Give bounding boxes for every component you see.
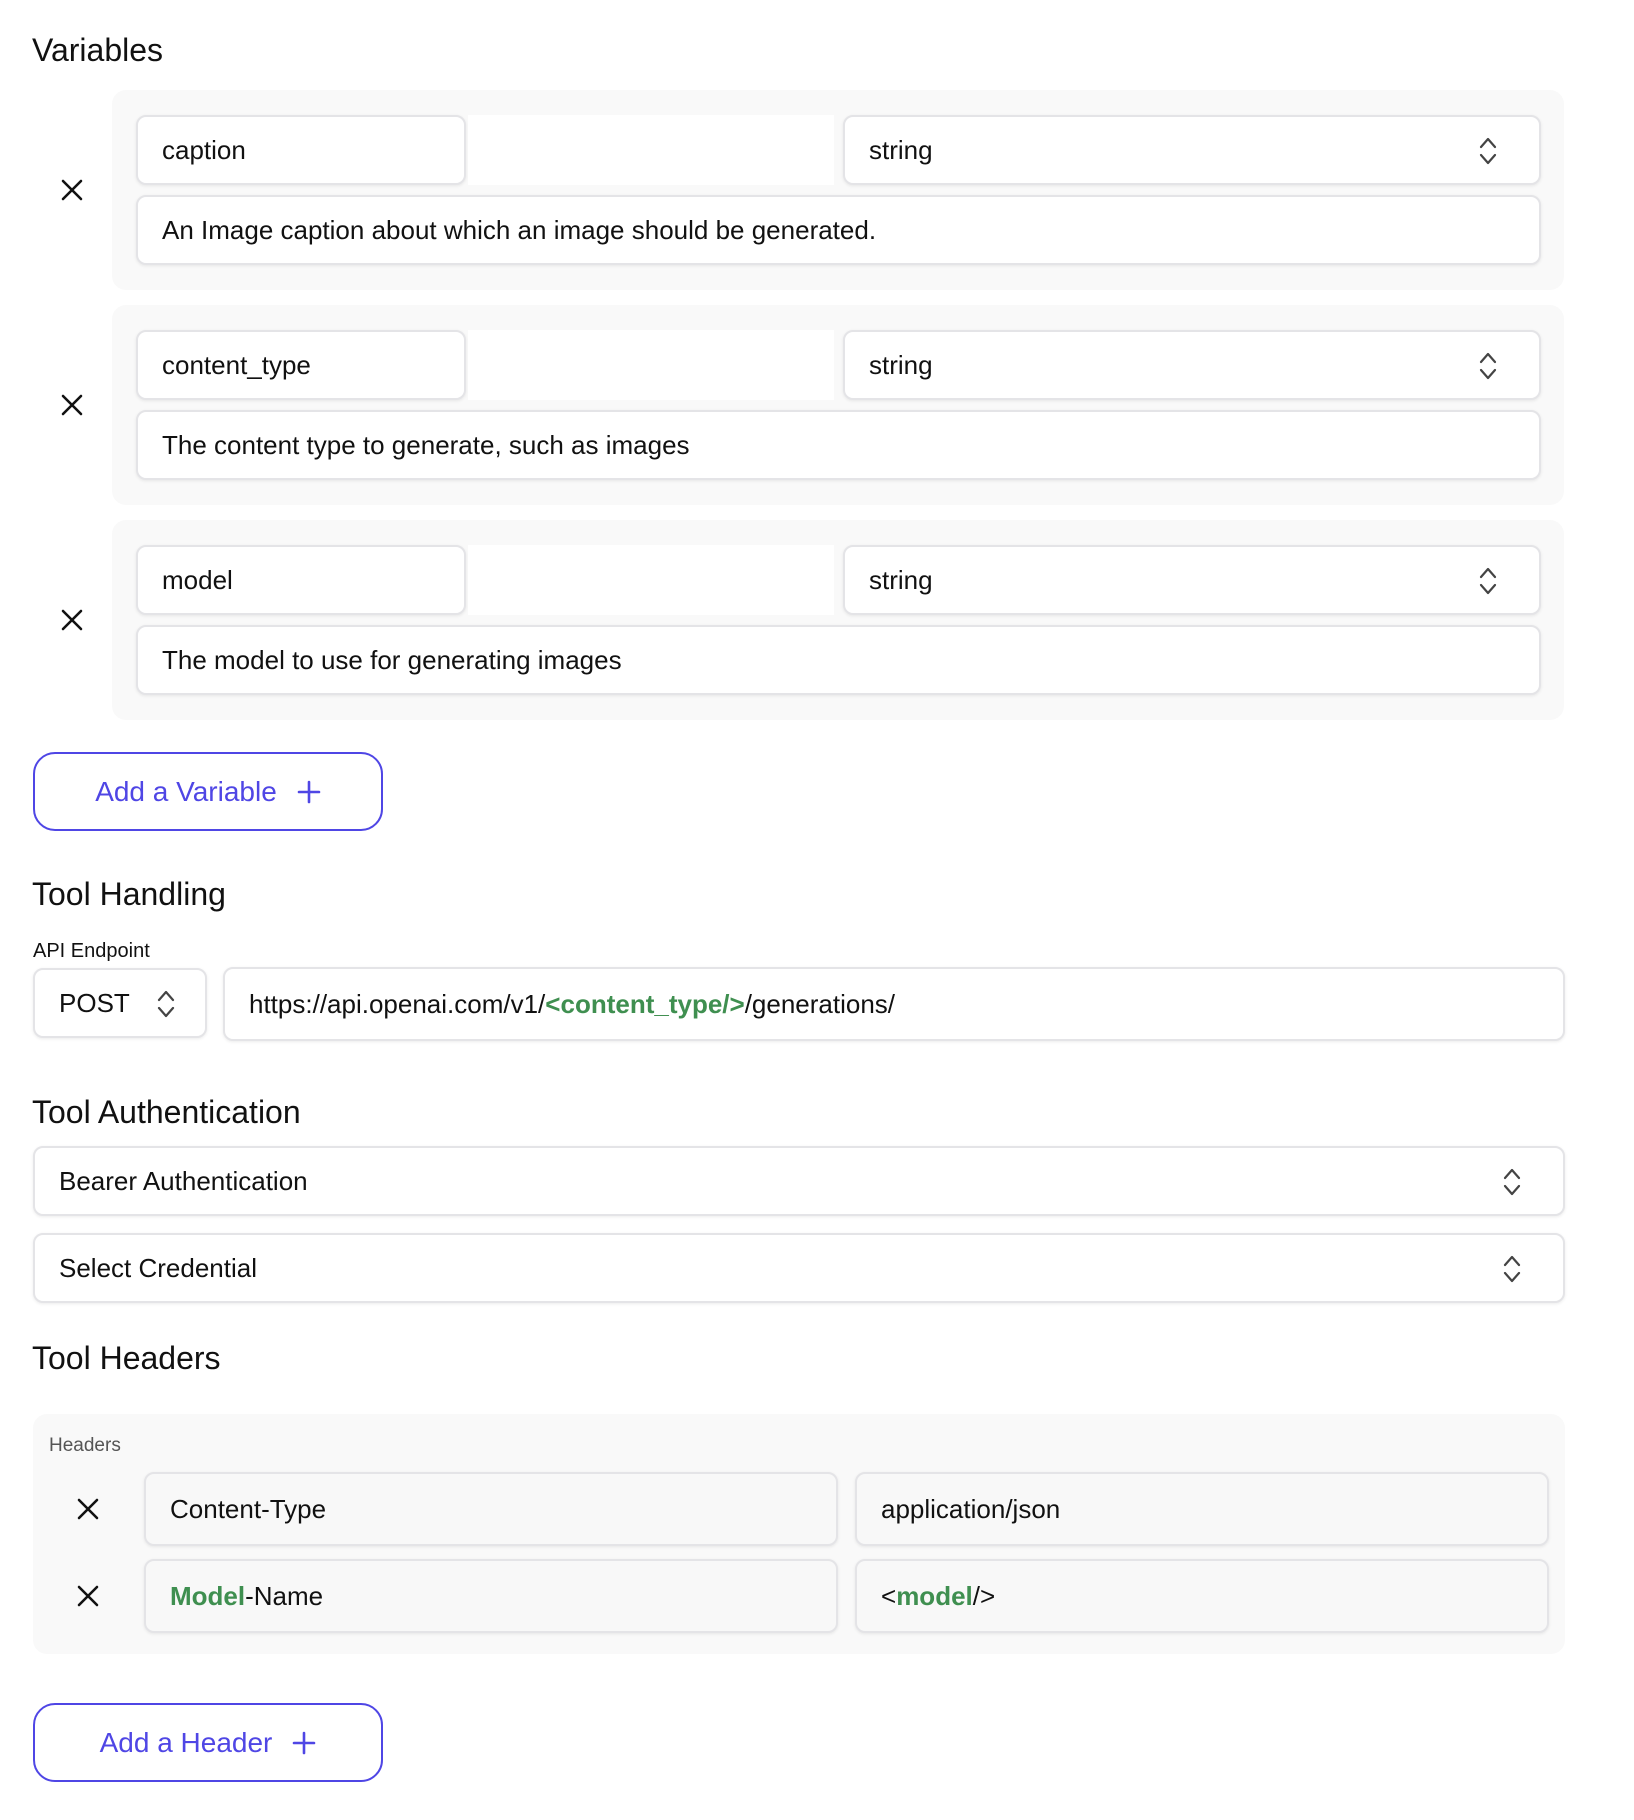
api-endpoint-label: API Endpoint: [33, 940, 150, 962]
header-value-variable-token: model: [896, 1580, 973, 1611]
variable-name-input[interactable]: model: [136, 545, 466, 615]
header-value-close: />: [972, 1580, 996, 1611]
http-method-select[interactable]: POST: [33, 968, 207, 1038]
remove-variable-button[interactable]: [59, 607, 85, 638]
chevron-up-down-icon: [157, 990, 175, 1018]
add-header-label: Add a Header: [99, 1726, 273, 1758]
tool-headers-heading: Tool Headers: [32, 1340, 221, 1376]
chevron-up-down-icon: [1503, 1168, 1521, 1196]
close-icon: [77, 1498, 99, 1520]
remove-header-button[interactable]: [75, 1583, 101, 1614]
variable-type-value: string: [869, 564, 933, 595]
auth-type-select[interactable]: Bearer Authentication: [33, 1146, 1565, 1216]
variable-type-select[interactable]: string: [843, 330, 1541, 400]
variable-description-value: An Image caption about which an image sh…: [162, 214, 877, 245]
variable-spacer: [468, 545, 834, 615]
variable-type-select[interactable]: string: [843, 115, 1541, 185]
header-value-open: <: [881, 1580, 897, 1611]
variable-type-select[interactable]: string: [843, 545, 1541, 615]
chevron-up-down-icon: [1479, 137, 1497, 165]
add-header-button[interactable]: Add a Header: [33, 1703, 383, 1782]
remove-variable-button[interactable]: [59, 392, 85, 423]
variable-spacer: [468, 115, 834, 185]
url-suffix: /generations/: [744, 988, 896, 1019]
variable-name-input[interactable]: caption: [136, 115, 466, 185]
variable-spacer: [468, 330, 834, 400]
add-variable-label: Add a Variable: [95, 775, 277, 807]
auth-type-value: Bearer Authentication: [59, 1165, 308, 1196]
variable-name-value: caption: [162, 134, 246, 165]
chevron-up-down-icon: [1479, 352, 1497, 380]
header-key-value: Content-Type: [170, 1493, 327, 1524]
close-icon: [61, 394, 83, 416]
chevron-up-down-icon: [1479, 567, 1497, 595]
header-value-input[interactable]: application/json: [855, 1472, 1549, 1546]
variable-description-input[interactable]: The content type to generate, such as im…: [136, 410, 1541, 480]
header-key-input[interactable]: Model -Name: [144, 1559, 838, 1633]
close-icon: [61, 609, 83, 631]
plus-icon: [297, 780, 321, 803]
url-variable-token: <content_type/>: [545, 988, 745, 1019]
variable-type-value: string: [869, 349, 933, 380]
variable-description-value: The model to use for generating images: [162, 644, 622, 675]
header-key-rest: -Name: [245, 1580, 324, 1611]
variable-description-input[interactable]: An Image caption about which an image sh…: [136, 195, 1541, 265]
variables-heading: Variables: [32, 32, 164, 68]
variable-type-value: string: [869, 134, 933, 165]
variable-name-input[interactable]: content_type: [136, 330, 466, 400]
url-prefix: https://api.openai.com/v1/: [249, 988, 546, 1019]
header-value-input[interactable]: < model/>: [855, 1559, 1549, 1633]
credential-value: Select Credential: [59, 1252, 257, 1283]
headers-card-label: Headers: [49, 1435, 121, 1456]
credential-select[interactable]: Select Credential: [33, 1233, 1565, 1303]
chevron-up-down-icon: [1503, 1255, 1521, 1283]
tool-authentication-heading: Tool Authentication: [32, 1094, 301, 1130]
remove-header-button[interactable]: [75, 1496, 101, 1527]
close-icon: [77, 1585, 99, 1607]
variable-description-value: The content type to generate, such as im…: [162, 429, 690, 460]
variable-name-value: model: [162, 564, 233, 595]
remove-variable-button[interactable]: [59, 177, 85, 208]
api-endpoint-url-input[interactable]: https://api.openai.com/v1/<content_type/…: [223, 967, 1565, 1041]
http-method-value: POST: [59, 987, 130, 1018]
header-value-value: application/json: [881, 1493, 1061, 1524]
close-icon: [61, 179, 83, 201]
header-key-input[interactable]: Content-Type: [144, 1472, 838, 1546]
add-variable-button[interactable]: Add a Variable: [33, 752, 383, 831]
plus-icon: [293, 1731, 316, 1754]
variable-description-input[interactable]: The model to use for generating images: [136, 625, 1541, 695]
variable-name-value: content_type: [162, 349, 311, 380]
header-key-variable-token: Model: [170, 1580, 246, 1611]
tool-handling-heading: Tool Handling: [32, 876, 226, 912]
